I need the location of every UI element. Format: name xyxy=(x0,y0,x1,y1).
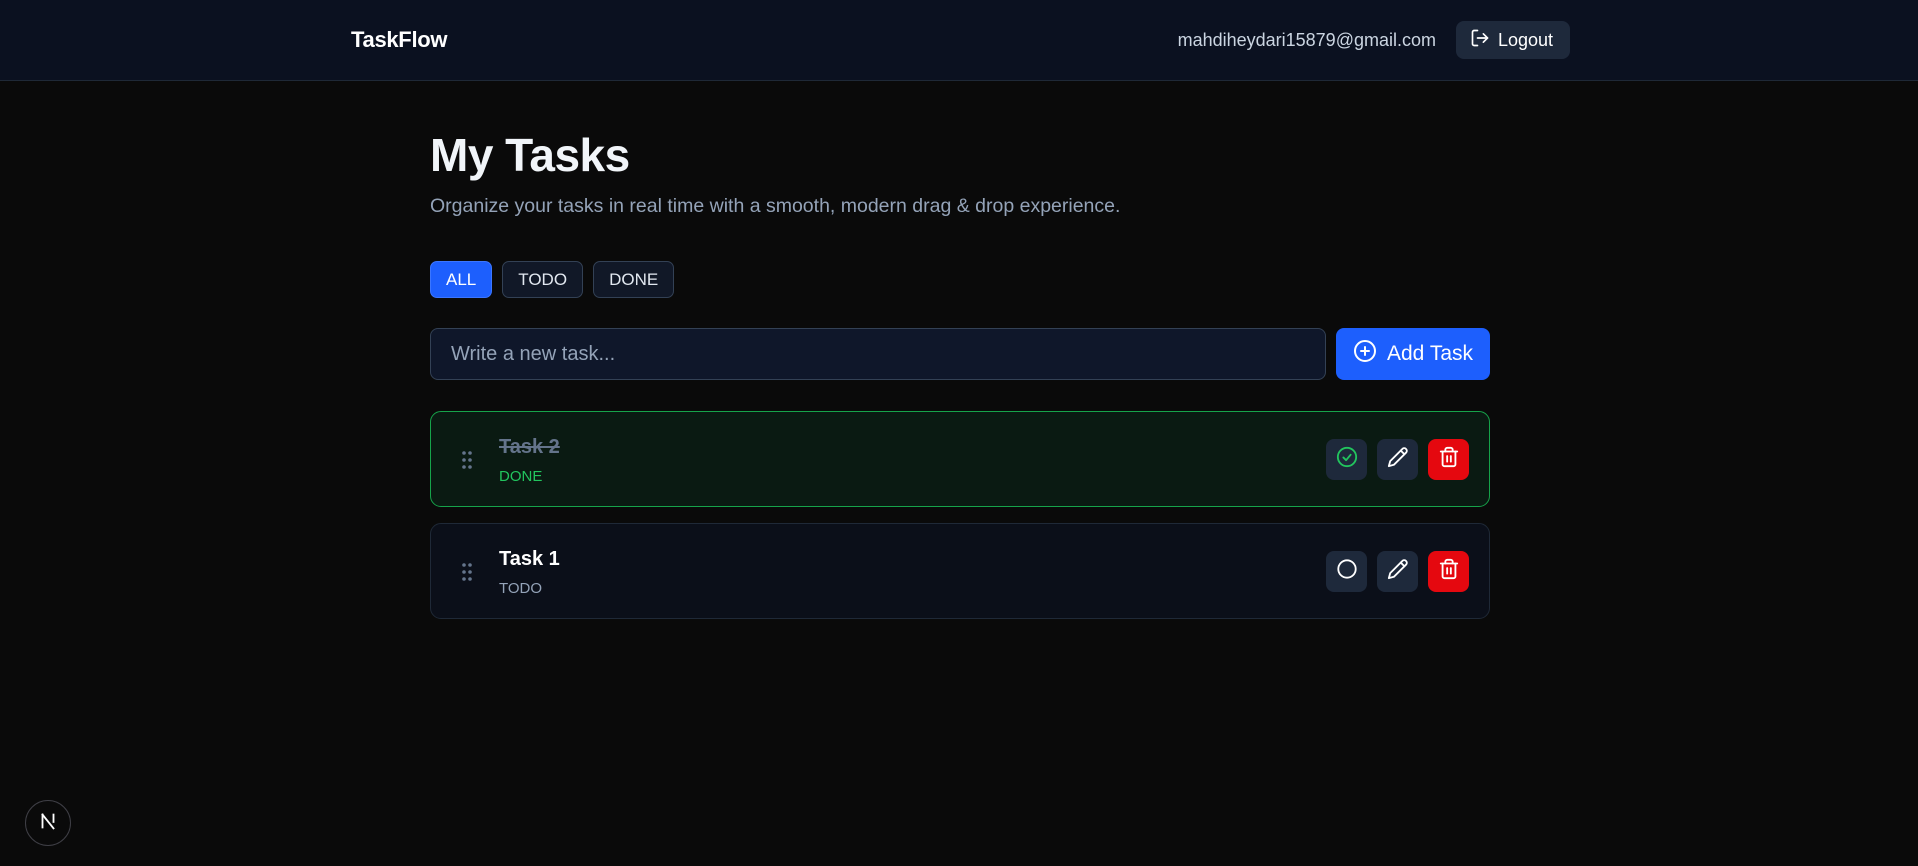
filter-all-button[interactable]: ALL xyxy=(430,261,493,298)
task-status: TODO xyxy=(499,580,543,597)
delete-task-button[interactable] xyxy=(1428,439,1469,480)
trash-icon xyxy=(1438,558,1460,585)
task-card[interactable]: Task 1 TODO xyxy=(430,523,1490,619)
task-status: DONE xyxy=(499,468,543,485)
task-actions xyxy=(1326,551,1469,592)
toggle-complete-button[interactable] xyxy=(1326,551,1367,592)
task-card[interactable]: Task 2 DONE xyxy=(430,411,1490,507)
drag-handle-icon[interactable] xyxy=(461,450,473,470)
logout-icon xyxy=(1470,28,1490,53)
logout-label: Logout xyxy=(1498,29,1554,50)
nextjs-dev-badge[interactable] xyxy=(25,800,71,846)
new-task-input[interactable] xyxy=(430,328,1326,380)
logout-button[interactable]: Logout xyxy=(1456,21,1570,59)
toggle-complete-button[interactable] xyxy=(1326,439,1367,480)
pencil-icon xyxy=(1387,446,1409,473)
trash-icon xyxy=(1438,446,1460,473)
delete-task-button[interactable] xyxy=(1428,551,1469,592)
user-email: mahdiheydari15879@gmail.com xyxy=(1177,30,1436,50)
page-subtitle: Organize your tasks in real time with a … xyxy=(430,195,1121,217)
filter-todo-button[interactable]: TODO xyxy=(502,261,584,298)
task-title: Task 1 xyxy=(499,548,560,570)
pencil-icon xyxy=(1387,558,1409,585)
plus-circle-icon xyxy=(1353,339,1377,369)
circle-icon xyxy=(1336,558,1358,585)
check-circle-icon xyxy=(1336,446,1358,473)
add-task-button[interactable]: Add Task xyxy=(1336,328,1490,380)
task-title: Task 2 xyxy=(499,436,560,458)
top-navbar: TaskFlow mahdiheydari15879@gmail.com Log… xyxy=(0,0,1918,81)
edit-task-button[interactable] xyxy=(1377,551,1418,592)
app-brand[interactable]: TaskFlow xyxy=(351,27,448,53)
nextjs-icon xyxy=(37,810,59,837)
filter-tabs: ALL TODO DONE xyxy=(430,261,675,298)
add-task-label: Add Task xyxy=(1387,342,1473,365)
filter-done-button[interactable]: DONE xyxy=(593,261,675,298)
drag-handle-icon[interactable] xyxy=(461,562,473,582)
task-actions xyxy=(1326,439,1469,480)
edit-task-button[interactable] xyxy=(1377,439,1418,480)
page-title: My Tasks xyxy=(430,129,630,181)
